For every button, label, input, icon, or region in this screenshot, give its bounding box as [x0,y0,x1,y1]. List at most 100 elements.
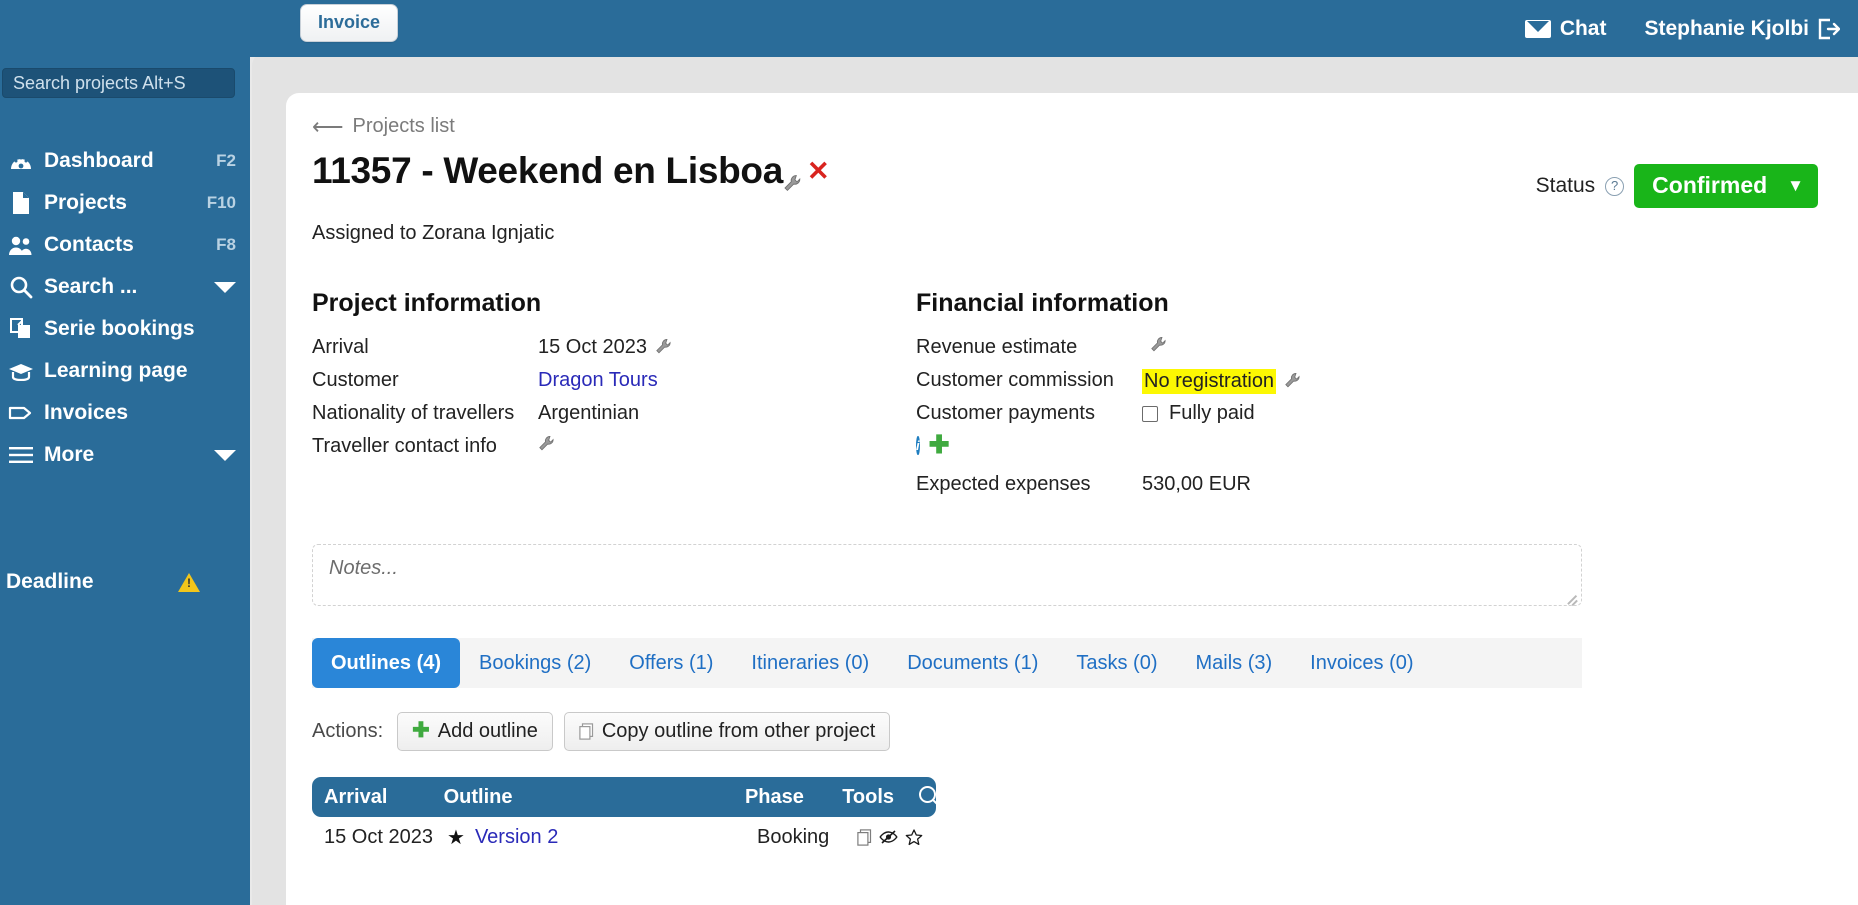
user-menu[interactable]: Stephanie Kjolbi [1644,16,1841,41]
tab-outlines[interactable]: Outlines (4) [312,638,461,688]
sidebar-item-projects[interactable]: Projects F10 [0,182,250,224]
page-title-text: 11357 - Weekend en Lisboa [312,150,783,191]
row-value: Argentinian [538,402,639,425]
chevron-down-icon[interactable] [214,281,236,293]
logout-icon[interactable] [1818,18,1841,40]
row-key: Nationality of travellers [312,402,515,424]
eye-slash-icon[interactable] [879,829,898,845]
sidebar-item-label: Contacts [44,233,134,256]
row-key: Revenue estimate [916,336,1078,358]
tab-invoices[interactable]: Invoices (0) [1291,638,1432,688]
status-control: Status ? Confirmed ▼ [1536,164,1818,208]
project-information-section: Project information Arrival 15 Oct 2023 … [312,289,916,506]
sidebar-item-shortcut: F10 [206,193,236,212]
tab-tasks[interactable]: Tasks (0) [1057,638,1176,688]
sidebar-item-shortcut: F2 [216,151,236,170]
arrival-value: 15 Oct 2023 [538,336,647,358]
actions-bar: Actions: ✚ Add outline Copy outline from… [312,712,1818,751]
wrench-icon[interactable] [1284,372,1304,392]
column-header-arrival[interactable]: Arrival [312,786,444,809]
user-name: Stephanie Kjolbi [1644,16,1809,40]
customer-link[interactable]: Dragon Tours [538,369,658,392]
serie-bookings-icon [6,317,36,341]
info-row-nationality: Nationality of travellers Argentinian [312,402,916,435]
invoice-icon [6,401,36,425]
chevron-down-icon: ▼ [1787,175,1804,195]
hamburger-icon [6,443,36,467]
column-header-tools: Tools [842,785,895,808]
add-outline-label: Add outline [437,720,538,742]
row-value: No registration [1142,369,1304,394]
sidebar-deadline[interactable]: Deadline [6,570,244,594]
project-detail-card: ⟵ Projects list 11357 - Weekend en Lisbo… [286,93,1858,905]
row-value [1142,336,1170,356]
star-outline-icon[interactable] [905,828,923,846]
info-row-customer-payments: Customer payments Fully paid [916,402,1520,435]
file-icon [6,191,36,215]
tab-bookings[interactable]: Bookings (2) [460,638,610,688]
outlines-table: Arrival Outline Phase Tools 15 Oct 2023 … [312,777,936,857]
sidebar-item-more[interactable]: More [0,434,250,476]
resize-handle[interactable] [1566,591,1578,603]
row-value: Fully paid [1142,402,1255,425]
nationality-value: Argentinian [538,402,640,424]
search-projects-input[interactable]: Search projects Alt+S [2,68,235,98]
cell-phase: Booking [757,825,830,848]
row-key: Arrival [312,336,369,358]
actions-label: Actions: [312,720,384,742]
arrow-left-icon: ⟵ [312,113,344,139]
envelope-icon [1524,19,1551,38]
wrench-icon[interactable] [655,338,675,358]
wrench-icon[interactable] [783,161,803,192]
copy-icon[interactable] [857,828,872,846]
add-outline-button[interactable]: ✚ Add outline [397,712,553,751]
wrench-icon[interactable] [1150,336,1170,356]
sidebar-item-dashboard[interactable]: Dashboard F2 [0,140,250,182]
sidebar-item-shortcut: F8 [216,235,236,254]
status-badge[interactable]: Confirmed ▼ [1634,164,1818,208]
sidebar-item-contacts[interactable]: Contacts F8 [0,224,250,266]
copy-outline-label: Copy outline from other project [601,720,876,742]
tab-mails[interactable]: Mails (3) [1176,638,1291,688]
star-filled-icon[interactable]: ★ [447,825,465,850]
plus-icon: ✚ [412,719,430,743]
plus-icon[interactable]: ✚ [929,433,950,458]
column-header-phase[interactable]: Phase [745,786,842,809]
search-icon [6,275,36,299]
breadcrumb-projects-list[interactable]: ⟵ Projects list [312,115,1818,138]
delete-project-icon[interactable]: ✕ [807,157,830,185]
row-key: Traveller contact info [312,435,497,457]
sidebar-item-invoices[interactable]: Invoices [0,392,250,434]
status-value: Confirmed [1652,172,1768,198]
tab-offers[interactable]: Offers (1) [610,638,732,688]
notes-input[interactable]: Notes... [312,544,1582,606]
sidebar-item-label: Serie bookings [44,317,195,340]
sidebar-item-serie-bookings[interactable]: Serie bookings [0,308,250,350]
fully-paid-checkbox[interactable] [1142,405,1158,422]
search-projects-placeholder: Search projects Alt+S [13,72,186,93]
column-header-outline[interactable]: Outline [444,786,745,809]
info-row-revenue-estimate: Revenue estimate [916,336,1520,369]
table-search-icon[interactable] [919,785,936,809]
chat-button[interactable]: Chat [1524,16,1607,41]
page-title: 11357 - Weekend en Lisboa ✕ [312,150,830,193]
status-label: Status [1535,174,1596,197]
wrench-icon[interactable] [538,435,558,455]
sidebar-item-label: Dashboard [44,149,154,172]
sidebar-item-learning-page[interactable]: Learning page [0,350,250,392]
table-header-row: Arrival Outline Phase Tools [312,777,936,817]
invoice-tab-button[interactable]: Invoice [300,4,399,42]
tab-itineraries[interactable]: Itineraries (0) [732,638,888,688]
chat-label: Chat [1559,16,1607,40]
info-icon[interactable]: i [916,435,920,455]
outline-link[interactable]: Version 2 [475,826,558,849]
sidebar: nitro Search projects Alt+S Dashboard F2… [0,0,250,905]
sidebar-item-search[interactable]: Search ... [0,266,250,308]
copy-outline-button[interactable]: Copy outline from other project [563,712,891,751]
chevron-down-icon[interactable] [214,449,236,461]
row-value [538,435,558,455]
sidebar-item-label: Search ... [44,275,138,298]
cell-arrival: 15 Oct 2023 [324,825,433,848]
tab-documents[interactable]: Documents (1) [888,638,1057,688]
help-icon[interactable]: ? [1605,176,1625,196]
